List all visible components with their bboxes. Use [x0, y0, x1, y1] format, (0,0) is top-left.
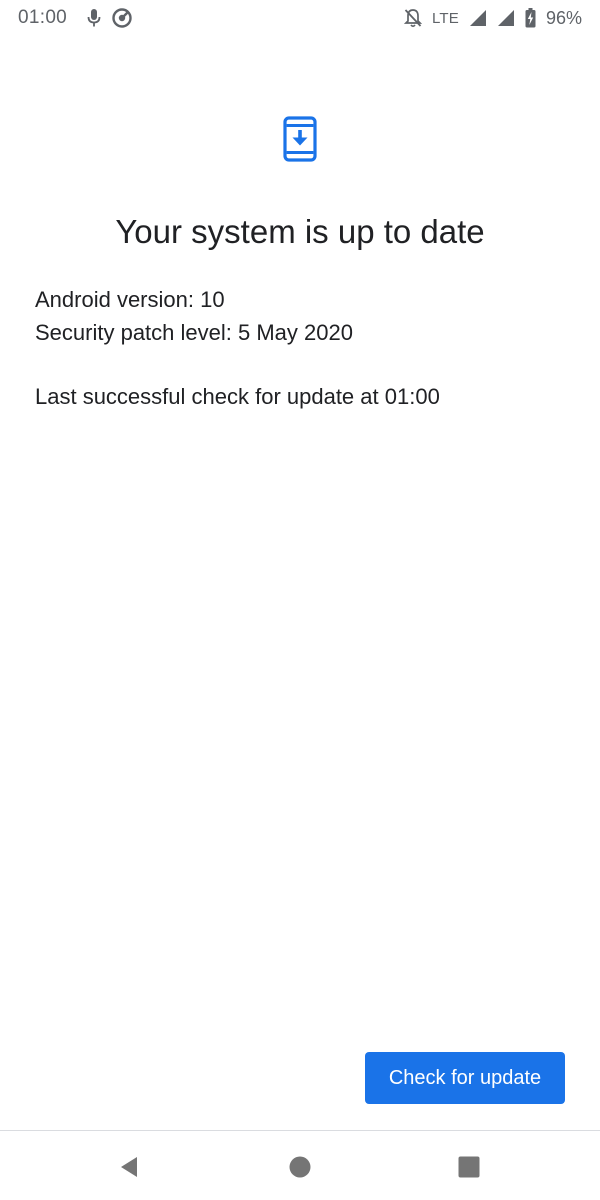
status-left: 01:00 — [18, 7, 133, 29]
page-title: Your system is up to date — [115, 213, 485, 251]
android-version: Android version: 10 — [35, 287, 225, 312]
data-saver-icon — [111, 7, 133, 29]
last-check-text: Last successful check for update at 01:0… — [35, 384, 440, 409]
check-for-update-button[interactable]: Check for update — [365, 1052, 565, 1104]
network-type: LTE — [431, 9, 459, 27]
battery-charging-icon — [525, 8, 536, 28]
version-info: Android version: 10 Security patch level… — [35, 283, 575, 349]
back-icon[interactable] — [113, 1151, 145, 1183]
recents-icon[interactable] — [453, 1151, 485, 1183]
status-bar: 01:00 LTE 96% — [0, 0, 600, 36]
system-update-icon — [283, 116, 317, 162]
navigation-bar — [0, 1131, 600, 1200]
home-icon[interactable] — [284, 1151, 316, 1183]
security-patch-level: Security patch level: 5 May 2020 — [35, 320, 353, 345]
mic-icon — [87, 8, 101, 28]
signal-icon — [469, 9, 487, 27]
status-right: LTE 96% — [403, 7, 582, 29]
notifications-off-icon — [403, 8, 422, 28]
signal-icon — [497, 9, 515, 27]
battery-level: 96% — [545, 7, 582, 28]
status-time: 01:00 — [18, 7, 68, 28]
